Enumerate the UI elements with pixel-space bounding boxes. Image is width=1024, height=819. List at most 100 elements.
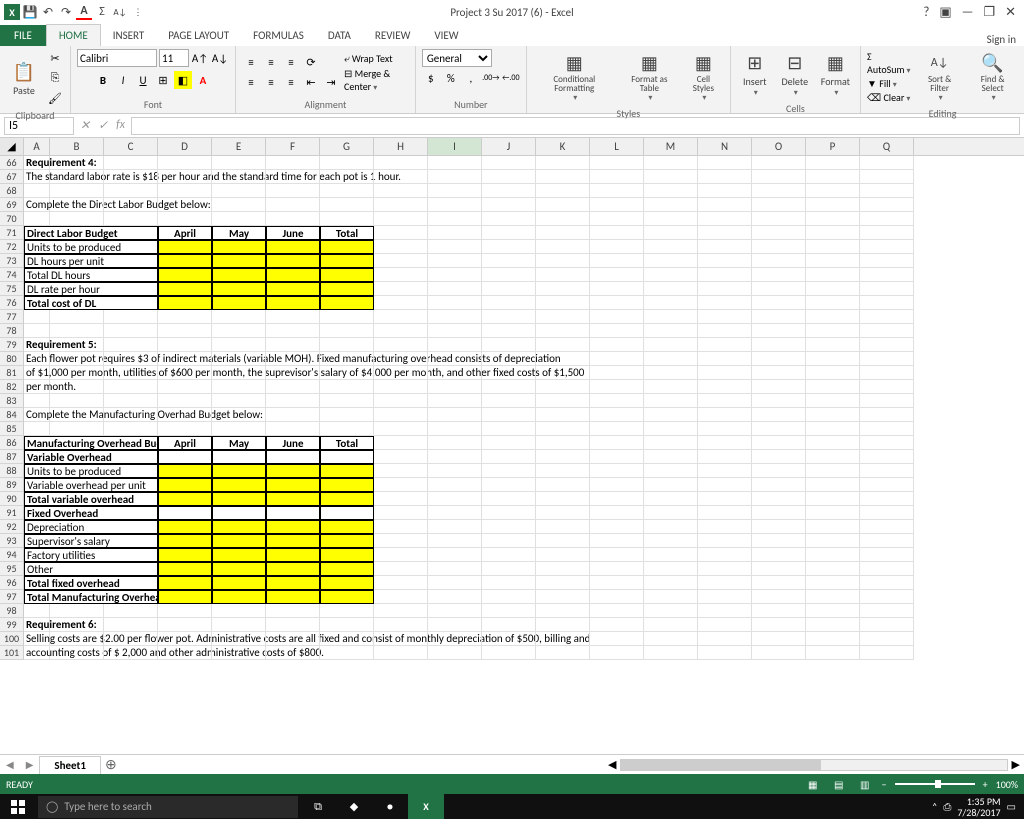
cell-P94[interactable]	[806, 548, 860, 562]
cell-E82[interactable]	[212, 380, 266, 394]
cell-E101[interactable]	[212, 646, 266, 660]
cell-N99[interactable]	[698, 618, 752, 632]
cell-M93[interactable]	[644, 534, 698, 548]
cell-G83[interactable]	[320, 394, 374, 408]
cell-G98[interactable]	[320, 604, 374, 618]
cell-I78[interactable]	[428, 324, 482, 338]
cell-N68[interactable]	[698, 184, 752, 198]
cell-N74[interactable]	[698, 268, 752, 282]
cell-O101[interactable]	[752, 646, 806, 660]
cell-K90[interactable]	[536, 492, 590, 506]
cell-E74[interactable]	[212, 268, 266, 282]
cell-M81[interactable]	[644, 366, 698, 380]
cell-P83[interactable]	[806, 394, 860, 408]
cell-E76[interactable]	[212, 296, 266, 310]
cell-F91[interactable]	[266, 506, 320, 520]
cell-C80[interactable]	[104, 352, 158, 366]
task-view-icon[interactable]: ⧉	[300, 794, 336, 819]
cell-A93[interactable]: Supervisor's salary	[24, 534, 158, 548]
help-icon[interactable]: ?	[923, 5, 929, 20]
row-header-92[interactable]: 92	[0, 520, 24, 534]
cell-M76[interactable]	[644, 296, 698, 310]
cell-H88[interactable]	[374, 464, 428, 478]
cell-D77[interactable]	[158, 310, 212, 324]
cell-K89[interactable]	[536, 478, 590, 492]
cell-F100[interactable]	[266, 632, 320, 646]
cell-N66[interactable]	[698, 156, 752, 170]
ribbon-display-icon[interactable]: ▣	[939, 5, 951, 20]
cell-Q97[interactable]	[860, 590, 914, 604]
restore-icon[interactable]: ❐	[983, 5, 995, 20]
cell-Q76[interactable]	[860, 296, 914, 310]
cell-G94[interactable]	[320, 548, 374, 562]
tab-home[interactable]: HOME	[46, 24, 101, 46]
cell-L83[interactable]	[590, 394, 644, 408]
cell-Q87[interactable]	[860, 450, 914, 464]
cell-C66[interactable]	[104, 156, 158, 170]
cell-C81[interactable]	[104, 366, 158, 380]
col-header-B[interactable]: B	[50, 138, 104, 155]
cell-K76[interactable]	[536, 296, 590, 310]
cell-O81[interactable]	[752, 366, 806, 380]
cell-F79[interactable]	[266, 338, 320, 352]
tab-page-layout[interactable]: PAGE LAYOUT	[156, 25, 241, 46]
cell-K93[interactable]	[536, 534, 590, 548]
cell-P77[interactable]	[806, 310, 860, 324]
cell-P91[interactable]	[806, 506, 860, 520]
cell-I69[interactable]	[428, 198, 482, 212]
cell-A67[interactable]: The standard labor rate is $18 per hour …	[24, 170, 50, 184]
cell-N95[interactable]	[698, 562, 752, 576]
cell-M72[interactable]	[644, 240, 698, 254]
cell-F75[interactable]	[266, 282, 320, 296]
cell-N98[interactable]	[698, 604, 752, 618]
cell-N84[interactable]	[698, 408, 752, 422]
autosum-button[interactable]: Σ AutoSum	[867, 50, 912, 76]
cell-J100[interactable]	[482, 632, 536, 646]
cell-I94[interactable]	[428, 548, 482, 562]
cell-N90[interactable]	[698, 492, 752, 506]
cell-J91[interactable]	[482, 506, 536, 520]
cell-C83[interactable]	[104, 394, 158, 408]
cell-H100[interactable]	[374, 632, 428, 646]
cell-E69[interactable]	[212, 198, 266, 212]
cell-P100[interactable]	[806, 632, 860, 646]
row-header-99[interactable]: 99	[0, 618, 24, 632]
cell-M80[interactable]	[644, 352, 698, 366]
cell-N88[interactable]	[698, 464, 752, 478]
cell-F93[interactable]	[266, 534, 320, 548]
cell-F74[interactable]	[266, 268, 320, 282]
row-header-87[interactable]: 87	[0, 450, 24, 464]
cell-J97[interactable]	[482, 590, 536, 604]
align-bottom-icon[interactable]: ≡	[282, 54, 300, 72]
cell-L100[interactable]	[590, 632, 644, 646]
cell-D83[interactable]	[158, 394, 212, 408]
cell-Q70[interactable]	[860, 212, 914, 226]
cell-I88[interactable]	[428, 464, 482, 478]
cell-Q66[interactable]	[860, 156, 914, 170]
cell-K99[interactable]	[536, 618, 590, 632]
cell-L91[interactable]	[590, 506, 644, 520]
cell-L87[interactable]	[590, 450, 644, 464]
col-header-P[interactable]: P	[806, 138, 860, 155]
row-header-66[interactable]: 66	[0, 156, 24, 170]
cell-H81[interactable]	[374, 366, 428, 380]
cell-O80[interactable]	[752, 352, 806, 366]
row-header-86[interactable]: 86	[0, 436, 24, 450]
cell-O97[interactable]	[752, 590, 806, 604]
cell-O75[interactable]	[752, 282, 806, 296]
cell-L90[interactable]	[590, 492, 644, 506]
cell-D91[interactable]	[158, 506, 212, 520]
cell-O66[interactable]	[752, 156, 806, 170]
cell-P97[interactable]	[806, 590, 860, 604]
cell-A97[interactable]: Total Manufacturing Overhead	[24, 590, 158, 604]
cell-A89[interactable]: Variable overhead per unit	[24, 478, 158, 492]
cell-F82[interactable]	[266, 380, 320, 394]
cell-C67[interactable]	[104, 170, 158, 184]
cell-H82[interactable]	[374, 380, 428, 394]
cell-D69[interactable]	[158, 198, 212, 212]
zoom-level[interactable]: 100%	[996, 778, 1018, 791]
cell-A82[interactable]: per month.	[24, 380, 50, 394]
cell-C70[interactable]	[104, 212, 158, 226]
cell-N70[interactable]	[698, 212, 752, 226]
cell-K100[interactable]	[536, 632, 590, 646]
